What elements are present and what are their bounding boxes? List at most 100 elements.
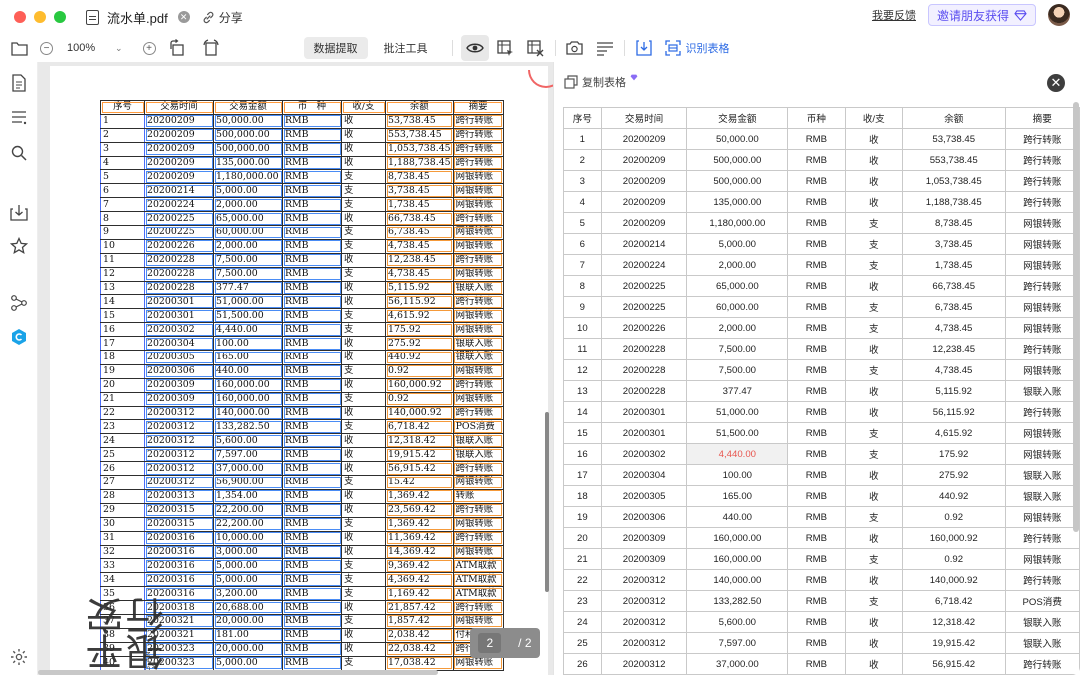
pdf-table-cell[interactable]: 2,038.42 (385, 627, 454, 643)
pdf-table-cell[interactable]: 跨行转账 (452, 461, 504, 477)
pdf-table-cell[interactable]: 收 (341, 350, 386, 365)
pdf-table-cell[interactable]: RMB (282, 655, 342, 671)
result-table-cell[interactable]: 银联入账 (1004, 464, 1080, 486)
pdf-table-cell[interactable]: 收 (341, 641, 386, 657)
pdf-table-cell[interactable]: 20,000.00 (213, 641, 283, 657)
pdf-table-cell[interactable]: 支 (341, 238, 386, 254)
result-table-cell[interactable]: 19,915.42 (901, 632, 1006, 654)
result-table-cell[interactable]: 7 (563, 254, 602, 276)
pdf-table-cell[interactable]: 支 (341, 475, 386, 490)
pdf-table-cell[interactable]: 20200209 (144, 127, 214, 143)
pdf-table-cell[interactable]: 网银转账 (452, 183, 504, 199)
result-table-cell[interactable]: 6 (563, 233, 602, 255)
result-table-cell[interactable]: 50,000.00 (686, 128, 789, 150)
pdf-table-cell[interactable]: RMB (282, 627, 342, 643)
minimize-window-button[interactable] (34, 11, 46, 23)
pdf-table-cell[interactable]: 65,000.00 (213, 211, 283, 227)
pdf-table-cell[interactable]: 网银转账 (452, 655, 504, 671)
result-table-cell[interactable]: 收 (844, 569, 903, 591)
result-table-cell[interactable]: 收 (844, 380, 903, 402)
result-table-cell[interactable]: 网银转账 (1004, 422, 1080, 444)
result-table-cell[interactable]: 4 (563, 191, 602, 213)
zoom-level[interactable]: 100% (67, 42, 115, 54)
pdf-table-cell[interactable]: 4,615.92 (385, 308, 454, 324)
pdf-table-cell[interactable]: 支 (341, 197, 386, 213)
pdf-table-cell[interactable]: 1,180,000.00 (213, 169, 283, 185)
result-table-cell[interactable]: 5,600.00 (686, 611, 789, 633)
result-table-cell[interactable]: 跨行转账 (1004, 527, 1080, 549)
result-table-cell[interactable]: 银联入账 (1004, 485, 1080, 507)
pdf-table-cell[interactable]: 支 (341, 308, 386, 324)
result-table-cell[interactable]: RMB (787, 275, 846, 297)
result-table-cell[interactable]: 140,000.92 (901, 569, 1006, 591)
pdf-table-cell[interactable]: 165.00 (213, 350, 283, 365)
pdf-table-cell[interactable]: 19,915.42 (385, 447, 454, 463)
result-table-cell[interactable]: 跨行转账 (1004, 653, 1080, 675)
result-table-cell[interactable]: 20200225 (600, 275, 688, 297)
result-table-cell[interactable]: 26 (563, 653, 602, 675)
outline-icon[interactable] (10, 109, 28, 127)
pdf-table-cell[interactable]: 140,000.92 (385, 405, 454, 421)
settings-gear-icon[interactable] (10, 648, 28, 666)
result-table-cell[interactable]: 1,053,738.45 (901, 170, 1006, 192)
pdf-table-cell[interactable]: 收 (341, 211, 386, 227)
pdf-table-cell[interactable]: 31 (100, 530, 145, 546)
pdf-table-cell[interactable]: RMB (282, 336, 342, 352)
result-table-cell[interactable]: 收 (844, 149, 903, 171)
pdf-table-cell[interactable]: 6,738.45 (385, 225, 454, 240)
pdf-table-cell[interactable]: 12,238.45 (385, 252, 454, 268)
result-table-cell[interactable]: 网银转账 (1004, 296, 1080, 318)
result-table-cell[interactable]: 53,738.45 (901, 128, 1006, 150)
pdf-table-cell[interactable]: 175.92 (385, 322, 454, 338)
result-table-cell[interactable]: 收 (844, 170, 903, 192)
pdf-table-cell[interactable]: 51,000.00 (213, 294, 283, 310)
result-table-cell[interactable]: RMB (787, 254, 846, 276)
result-table-cell[interactable]: RMB (787, 569, 846, 591)
pdf-table-cell[interactable]: RMB (282, 391, 342, 407)
current-page[interactable]: 2 (478, 633, 502, 653)
pdf-table-cell[interactable]: 收 (341, 141, 386, 157)
result-table-cell[interactable]: 支 (844, 506, 903, 528)
result-table-cell[interactable]: 20 (563, 527, 602, 549)
pdf-table-cell[interactable]: ATM取款 (452, 572, 504, 588)
pdf-table-cell[interactable]: 5,600.00 (213, 433, 283, 449)
pdf-table-cell[interactable]: 160,000.92 (385, 377, 454, 393)
pdf-table-cell[interactable]: 20 (100, 377, 145, 393)
pdf-table-cell[interactable]: 4,369.42 (385, 572, 454, 588)
result-table-cell[interactable]: 12,238.45 (901, 338, 1006, 360)
result-table-cell[interactable]: 20200301 (600, 422, 688, 444)
result-table-cell[interactable]: 20200309 (600, 527, 688, 549)
pdf-table-cell[interactable]: ATM取款 (452, 558, 504, 574)
clear-table-icon[interactable] (527, 39, 545, 57)
pdf-table-cell[interactable]: RMB (282, 225, 342, 240)
result-table-cell[interactable]: 收 (844, 275, 903, 297)
pdf-table-cell[interactable]: 51,500.00 (213, 308, 283, 324)
result-table-cell[interactable]: 银联入账 (1004, 611, 1080, 633)
result-table-cell[interactable]: 7,500.00 (686, 338, 789, 360)
result-table-cell[interactable]: 37,000.00 (686, 653, 789, 675)
pdf-table-cell[interactable]: 20200305 (144, 350, 214, 365)
pdf-table-cell[interactable]: 20200228 (144, 280, 214, 296)
pdf-table-cell[interactable]: 20200315 (144, 516, 214, 532)
pdf-table-cell[interactable]: 500,000.00 (213, 141, 283, 157)
result-table-cell[interactable]: 4,615.92 (901, 422, 1006, 444)
pdf-table-cell[interactable]: RMB (282, 502, 342, 518)
pdf-table-cell[interactable]: 支 (341, 419, 386, 435)
pdf-table-cell[interactable]: 16 (100, 322, 145, 338)
pdf-table-cell[interactable]: 20200209 (144, 141, 214, 157)
result-table-cell[interactable]: 16 (563, 443, 602, 465)
result-table-cell[interactable]: 7,597.00 (686, 632, 789, 654)
result-table-cell[interactable]: 56,915.42 (901, 653, 1006, 675)
result-table-cell[interactable]: 14 (563, 401, 602, 423)
result-table-cell[interactable]: 12 (563, 359, 602, 381)
result-table-cell[interactable]: 440.92 (901, 485, 1006, 507)
result-table-cell[interactable]: RMB (787, 422, 846, 444)
result-table-cell[interactable]: RMB (787, 380, 846, 402)
result-table-cell[interactable]: RMB (787, 506, 846, 528)
pdf-table-cell[interactable]: RMB (282, 544, 342, 560)
pdf-table-cell[interactable]: 支 (341, 613, 386, 629)
screenshot-icon[interactable] (566, 39, 584, 57)
pdf-table-cell[interactable]: 17,038.42 (385, 655, 454, 671)
pdf-table-cell[interactable]: 23,569.42 (385, 502, 454, 518)
pdf-table-cell[interactable]: 跨行转账 (452, 405, 504, 421)
